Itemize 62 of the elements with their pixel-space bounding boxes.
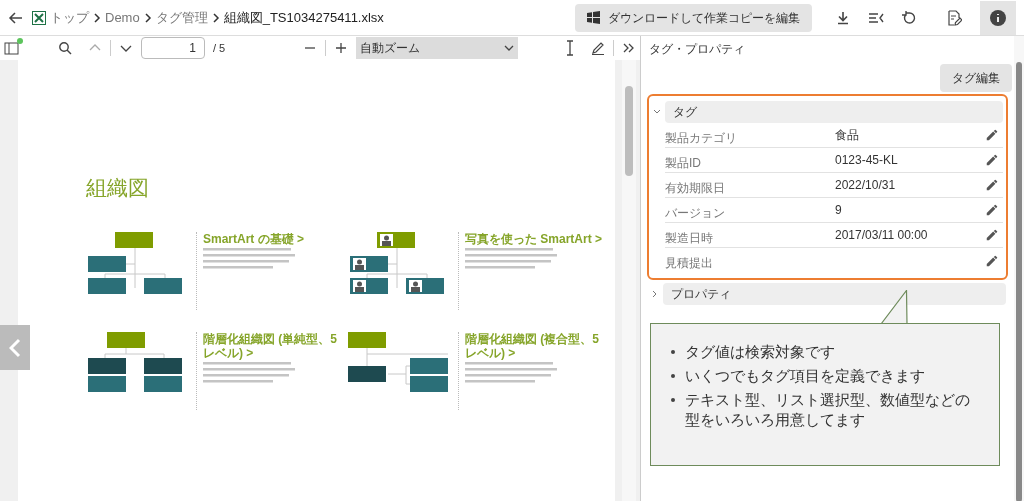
sidebar-toggle-icon[interactable]	[4, 41, 20, 55]
pen-icon[interactable]	[591, 41, 605, 55]
section-heading[interactable]: 階層化組織図 (複合型、5 レベル) >	[465, 331, 608, 360]
pencil-icon[interactable]	[985, 203, 999, 217]
tag-label: 有効期限日	[665, 179, 726, 197]
group-header[interactable]: タグ	[665, 101, 1003, 123]
info-button[interactable]	[980, 0, 1016, 35]
section-heading[interactable]: SmartArt の基礎 >	[203, 231, 346, 246]
tag-edit-button[interactable]: タグ編集	[940, 64, 1012, 92]
double-chevron-icon[interactable]	[622, 41, 636, 55]
tag-label: 見積提出	[665, 255, 714, 272]
page-count: / 5	[213, 40, 226, 56]
callout-text: テキスト型、リスト選択型、数値型などの型をいろいろ用意してます	[685, 390, 971, 430]
pencil-icon[interactable]	[985, 178, 999, 192]
section-heading[interactable]: 写真を使った SmartArt >	[465, 231, 608, 246]
zoom-select[interactable]: 自動ズーム	[356, 37, 519, 59]
search-icon[interactable]	[58, 41, 72, 55]
pencil-icon[interactable]	[985, 128, 999, 142]
tag-value: 2022/10/31	[835, 177, 897, 194]
tag-value: 2017/03/11 00:00	[835, 227, 929, 244]
refresh-icon[interactable]	[902, 10, 916, 25]
scrollbar-thumb[interactable]	[625, 86, 633, 176]
tag-label: 製造日時	[665, 229, 714, 247]
download-icon[interactable]	[836, 10, 850, 25]
back-arrow-icon[interactable]	[8, 9, 24, 26]
breadcrumb-link[interactable]: トップ	[50, 7, 89, 28]
group-header[interactable]: プロパティ	[663, 283, 1006, 305]
file-name: 組織図_TS1034275411.xlsx	[223, 8, 384, 27]
download-edit-button[interactable]: ダウンロードして作業コピーを編集	[575, 3, 812, 32]
bullet-icon	[671, 374, 675, 378]
document-edit-icon[interactable]	[946, 9, 962, 26]
document-title: 組織図	[86, 175, 150, 201]
pencil-icon[interactable]	[985, 228, 999, 242]
scrollbar-thumb[interactable]	[1016, 62, 1022, 501]
section-heading[interactable]: 階層化組織図 (単純型、5 レベル) >	[203, 331, 346, 360]
chevron-right-icon	[93, 12, 101, 23]
panel-title: タグ・プロパティ	[649, 41, 746, 58]
pencil-icon[interactable]	[985, 253, 999, 268]
breadcrumb-link[interactable]: Demo	[105, 7, 140, 28]
caret-icon	[504, 44, 515, 52]
tag-label: 製品カテゴリ	[665, 129, 738, 147]
breadcrumb-link[interactable]: タグ管理	[155, 7, 208, 28]
info-icon	[990, 9, 1006, 26]
bullet-icon	[671, 398, 675, 402]
page-number-field[interactable]: 1	[141, 37, 205, 59]
tag-value: 0123-45-KL	[835, 152, 899, 169]
bullet-icon	[671, 350, 675, 354]
chevron-right-icon	[143, 12, 152, 23]
spreadsheet-icon	[32, 10, 46, 25]
list-collapse-icon[interactable]	[868, 10, 884, 25]
text-cursor-icon[interactable]	[565, 40, 575, 56]
chevron-left-icon	[9, 337, 21, 358]
tag-label: バージョン	[665, 204, 726, 222]
chevron-right-icon	[211, 12, 220, 23]
zoom-in-icon[interactable]	[334, 41, 349, 55]
tag-value: 食品	[835, 127, 860, 144]
callout-text: タグ値は検索対象です	[685, 342, 835, 362]
callout-text: いくつでもタグ項目を定義できます	[685, 366, 925, 386]
pencil-icon[interactable]	[985, 153, 999, 167]
windows-logo-icon	[587, 11, 600, 24]
tag-value: 9	[835, 202, 843, 219]
tag-label: 製品ID	[665, 154, 702, 172]
